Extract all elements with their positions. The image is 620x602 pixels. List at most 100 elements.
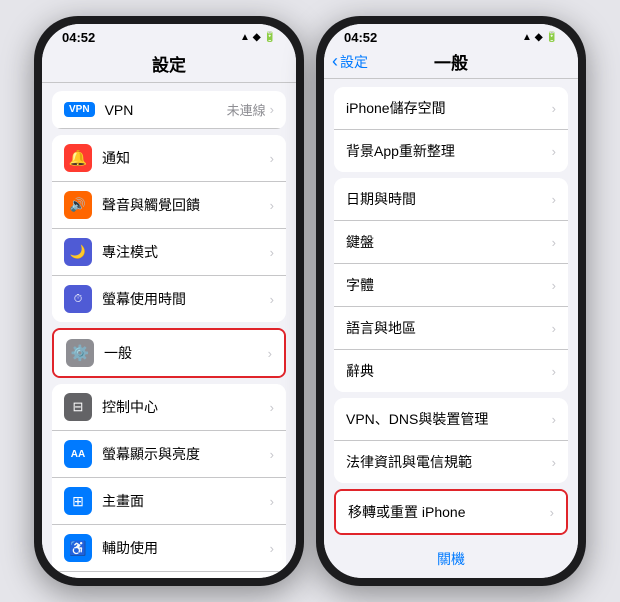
storage-chevron: ›: [552, 101, 556, 116]
left-scroll-area[interactable]: VPN VPN 未連線 › 🔔 通知 › 🔊 聲音與觸覺回饋 ›: [42, 83, 296, 578]
battery-icon: 🔋: [264, 32, 276, 43]
vpn-row[interactable]: VPN VPN 未連線 ›: [52, 91, 286, 129]
right-phone: 04:52 ▲ ◆ 🔋 ‹ 設定 一般 iPhone儲存空間 ›: [316, 16, 586, 586]
sound-icon: 🔊: [64, 191, 92, 219]
language-chevron: ›: [552, 321, 556, 336]
r-signal-icon: ▲: [522, 32, 532, 43]
left-time: 04:52: [62, 30, 95, 45]
vpn-label: VPN: [105, 102, 227, 118]
row-accessibility[interactable]: ♿ 輔助使用 ›: [52, 525, 286, 572]
right-status-bar: 04:52 ▲ ◆ 🔋: [324, 24, 578, 47]
row-control[interactable]: ⊟ 控制中心 ›: [52, 384, 286, 431]
control-chevron: ›: [270, 400, 274, 415]
accessibility-label: 輔助使用: [102, 538, 270, 558]
datetime-chevron: ›: [552, 192, 556, 207]
control-label: 控制中心: [102, 397, 270, 417]
shutdown-label: 關機: [437, 551, 465, 567]
right-time: 04:52: [344, 30, 377, 45]
home-chevron: ›: [270, 494, 274, 509]
legal-chevron: ›: [552, 455, 556, 470]
left-screen: 04:52 ▲ ◆ 🔋 設定 VPN VPN 未連線 ›: [42, 24, 296, 578]
general-chevron: ›: [268, 346, 272, 361]
vpn-section: VPN VPN 未連線 ›: [52, 91, 286, 129]
row-screentime[interactable]: ⏱ 螢幕使用時間 ›: [52, 276, 286, 322]
focus-icon: 🌙: [64, 238, 92, 266]
display-label: 螢幕顯示與亮度: [102, 444, 270, 464]
sound-chevron: ›: [270, 198, 274, 213]
home-label: 主畫面: [102, 491, 270, 511]
row-dictionary[interactable]: 辭典 ›: [334, 350, 568, 392]
general-icon: ⚙️: [66, 339, 94, 367]
left-status-bar: 04:52 ▲ ◆ 🔋: [42, 24, 296, 47]
background-app-chevron: ›: [552, 144, 556, 159]
r-wifi-icon: ◆: [535, 32, 543, 43]
row-transfer[interactable]: 移轉或重置 iPhone ›: [336, 491, 566, 533]
back-chevron-icon: ‹: [332, 51, 338, 72]
display-chevron: ›: [270, 447, 274, 462]
focus-label: 專注模式: [102, 242, 270, 262]
notification-label: 通知: [102, 148, 270, 168]
left-nav-title: 設定: [152, 56, 186, 75]
right-screen: 04:52 ▲ ◆ 🔋 ‹ 設定 一般 iPhone儲存空間 ›: [324, 24, 578, 578]
dictionary-chevron: ›: [552, 364, 556, 379]
home-icon: ⊞: [64, 487, 92, 515]
vpndns-chevron: ›: [552, 412, 556, 427]
right-scroll-area[interactable]: iPhone儲存空間 › 背景App重新整理 › 日期與時間 › 鍵盤 ›: [324, 79, 578, 578]
transfer-chevron: ›: [550, 505, 554, 520]
vpndns-label: VPN、DNS與裝置管理: [346, 409, 552, 429]
accessibility-chevron: ›: [270, 541, 274, 556]
row-focus[interactable]: 🌙 專注模式 ›: [52, 229, 286, 276]
legal-label: 法律資訊與電信規範: [346, 452, 552, 472]
row-language[interactable]: 語言與地區 ›: [334, 307, 568, 350]
left-phone: 04:52 ▲ ◆ 🔋 設定 VPN VPN 未連線 ›: [34, 16, 304, 586]
notification-chevron: ›: [270, 151, 274, 166]
row-vpndns[interactable]: VPN、DNS與裝置管理 ›: [334, 398, 568, 441]
background-app-label: 背景App重新整理: [346, 141, 552, 161]
sound-label: 聲音與觸覺回饋: [102, 195, 270, 215]
screentime-chevron: ›: [270, 292, 274, 307]
row-notification[interactable]: 🔔 通知 ›: [52, 135, 286, 182]
keyboard-chevron: ›: [552, 235, 556, 250]
language-label: 語言與地區: [346, 318, 552, 338]
general-label: 一般: [104, 343, 268, 363]
row-wallpaper[interactable]: ❋ 背景圖片 ›: [52, 572, 286, 578]
display-icon: AA: [64, 440, 92, 468]
general-highlighted[interactable]: ⚙️ 一般 ›: [52, 328, 286, 378]
screentime-label: 螢幕使用時間: [102, 289, 270, 309]
font-label: 字體: [346, 275, 552, 295]
group-display: ⊟ 控制中心 › AA 螢幕顯示與亮度 › ⊞ 主畫面 › ♿ 輔助使用: [52, 384, 286, 578]
row-general[interactable]: ⚙️ 一般 ›: [54, 330, 284, 376]
transfer-label: 移轉或重置 iPhone: [348, 502, 550, 522]
signal-icon: ▲: [240, 32, 250, 43]
left-nav-bar: 設定: [42, 47, 296, 83]
back-button[interactable]: ‹ 設定: [332, 51, 368, 72]
shutdown-button[interactable]: 關機: [324, 539, 578, 578]
screentime-icon: ⏱: [64, 285, 92, 313]
vpn-value: 未連線: [227, 100, 266, 119]
storage-label: iPhone儲存空間: [346, 98, 552, 118]
right-group-1: iPhone儲存空間 › 背景App重新整理 ›: [334, 87, 568, 172]
row-sound[interactable]: 🔊 聲音與觸覺回饋 ›: [52, 182, 286, 229]
transfer-highlighted[interactable]: 移轉或重置 iPhone ›: [334, 489, 568, 535]
vpn-chevron: ›: [270, 102, 274, 117]
datetime-label: 日期與時間: [346, 189, 552, 209]
control-icon: ⊟: [64, 393, 92, 421]
row-keyboard[interactable]: 鍵盤 ›: [334, 221, 568, 264]
row-datetime[interactable]: 日期與時間 ›: [334, 178, 568, 221]
row-display[interactable]: AA 螢幕顯示與亮度 ›: [52, 431, 286, 478]
r-battery-icon: 🔋: [546, 32, 558, 43]
keyboard-label: 鍵盤: [346, 232, 552, 252]
right-nav-bar: ‹ 設定 一般: [324, 47, 578, 79]
row-background-app[interactable]: 背景App重新整理 ›: [334, 130, 568, 172]
row-font[interactable]: 字體 ›: [334, 264, 568, 307]
row-home[interactable]: ⊞ 主畫面 ›: [52, 478, 286, 525]
right-status-icons: ▲ ◆ 🔋: [522, 32, 558, 43]
focus-chevron: ›: [270, 245, 274, 260]
right-group-3: VPN、DNS與裝置管理 › 法律資訊與電信規範 ›: [334, 398, 568, 483]
row-storage[interactable]: iPhone儲存空間 ›: [334, 87, 568, 130]
group-notifications: 🔔 通知 › 🔊 聲音與觸覺回饋 › 🌙 專注模式 › ⏱ 螢幕使用時間: [52, 135, 286, 322]
right-group-2: 日期與時間 › 鍵盤 › 字體 › 語言與地區 › 辭典 ›: [334, 178, 568, 392]
notification-icon: 🔔: [64, 144, 92, 172]
row-legal[interactable]: 法律資訊與電信規範 ›: [334, 441, 568, 483]
accessibility-icon: ♿: [64, 534, 92, 562]
